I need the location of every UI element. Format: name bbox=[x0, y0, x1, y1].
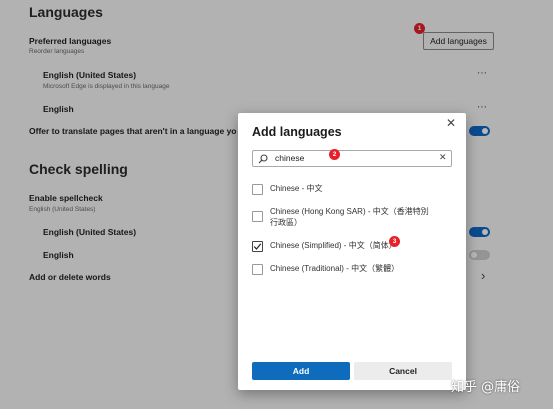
annotation-badge-2: 2 bbox=[329, 149, 340, 160]
checkbox-checked[interactable] bbox=[252, 241, 263, 252]
checkmark-icon bbox=[253, 243, 262, 250]
annotation-badge-3: 3 bbox=[389, 236, 400, 247]
language-option[interactable]: Chinese - 中文 bbox=[252, 183, 322, 197]
language-option[interactable]: Chinese (Traditional) - 中文（繁體） bbox=[252, 263, 399, 277]
language-option-label: Chinese (Hong Kong SAR) - 中文（香港特別行政區） bbox=[270, 207, 429, 227]
watermark: 知乎 @庸俗 bbox=[451, 380, 521, 395]
checkbox[interactable] bbox=[252, 264, 263, 275]
cancel-button[interactable]: Cancel bbox=[354, 362, 452, 380]
add-languages-dialog: Add languages ✕ chinese ✕ 2 Chinese - 中文… bbox=[238, 113, 466, 390]
checkbox[interactable] bbox=[252, 211, 263, 222]
search-input[interactable]: chinese ✕ bbox=[252, 150, 452, 167]
search-value[interactable]: chinese bbox=[275, 153, 304, 163]
language-option-label: Chinese (Traditional) - 中文（繁體） bbox=[270, 264, 400, 273]
checkbox[interactable] bbox=[252, 184, 263, 195]
language-option-label: Chinese - 中文 bbox=[270, 184, 323, 193]
clear-search-icon[interactable]: ✕ bbox=[439, 152, 447, 163]
language-option-label: Chinese (Simplified) - 中文（简体） bbox=[270, 241, 397, 250]
dialog-title: Add languages bbox=[252, 125, 342, 139]
language-option[interactable]: Chinese (Simplified) - 中文（简体） bbox=[252, 240, 397, 254]
language-option[interactable]: Chinese (Hong Kong SAR) - 中文（香港特別行政區） bbox=[252, 206, 458, 227]
close-icon[interactable]: ✕ bbox=[446, 116, 456, 130]
add-button[interactable]: Add bbox=[252, 362, 350, 380]
search-icon bbox=[258, 154, 268, 164]
